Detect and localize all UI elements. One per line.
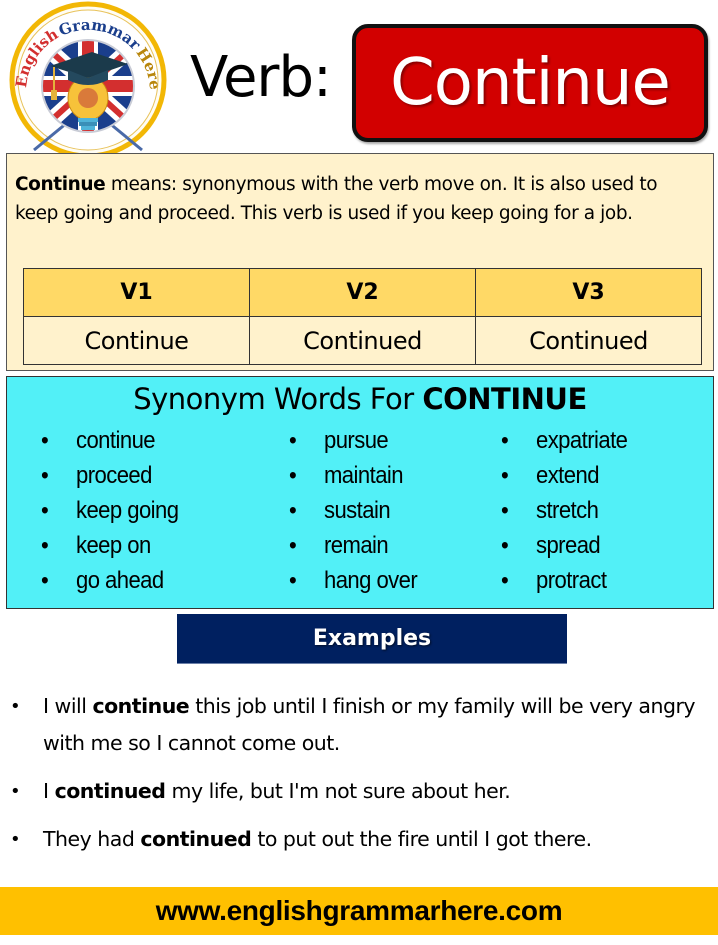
example-keyword: continue [92,694,190,718]
synonym-column-1: • continue • proceed • keep going • keep on … [41,423,190,598]
cell-v1: Continue [23,316,250,365]
bullet-icon: • [501,427,509,454]
list-item: • sustain [289,493,417,528]
examples-heading: Examples [177,614,567,664]
website-url[interactable]: www.englishgrammarhere.com [156,895,563,927]
synonym-column-2: • pursue • maintain • sustain • remain • hang… [289,423,428,598]
header-v2: V2 [249,268,476,317]
bullet-icon: • [289,462,297,489]
bullet-icon: • [289,532,297,559]
list-item: • remain [289,528,417,563]
definition-term: Continue [15,174,106,195]
definition-text: Continue means: synonymous with the verb… [15,170,695,228]
bullet-icon: • [501,497,509,524]
list-item: • protract [501,563,627,598]
list-item: • expatriate [501,423,628,458]
list-item: • pursue [289,423,417,458]
table-row: Continue Continued Continued [23,316,702,365]
synonyms-title-word: CONTINUE [422,382,587,416]
bullet-icon: • [41,532,49,559]
definition-panel: Continue means: synonymous with the verb… [6,153,714,371]
verb-forms-table: V1 V2 V3 Continue Continued Continued [23,268,702,365]
header-v3: V3 [475,268,702,317]
bullet-icon: • [10,829,21,850]
site-logo: EnglishGrammarHere.Com [0,0,172,160]
example-item: • I continued my life, but I'm not sure a… [10,773,710,810]
table-header-row: V1 V2 V3 [23,268,702,317]
verb-badge: Continue [352,24,708,142]
example-item: • I will continue this job until I finish… [10,688,710,762]
list-item: • hang over [289,563,418,598]
list-item: • spread [501,528,627,563]
list-item: • keep going [41,493,179,528]
bullet-icon: • [501,567,509,594]
example-keyword: continued [140,827,252,851]
list-item: • keep on [41,528,178,563]
definition-body: means: synonymous with the verb move on.… [15,174,658,224]
header-v1: V1 [23,268,250,317]
synonyms-title: Synonym Words For CONTINUE [133,382,587,416]
bullet-icon: • [501,532,509,559]
synonyms-panel: Synonym Words For CONTINUE • continue • pr… [6,376,714,609]
list-item: • proceed [41,458,178,493]
bullet-icon: • [289,567,297,594]
example-keyword: continued [54,779,166,803]
bullet-icon: • [289,427,297,454]
bullet-icon: • [501,462,509,489]
footer-url-banner: www.englishgrammarhere.com [0,887,718,935]
list-item: • extend [501,458,627,493]
list-item: • maintain [289,458,417,493]
list-item: • stretch [501,493,627,528]
cell-v2: Continued [249,316,476,365]
bullet-icon: • [41,462,49,489]
cell-v3: Continued [475,316,702,365]
verb-label: Verb: [190,45,332,110]
examples-list: • I will continue this job until I finish… [10,688,710,869]
bullet-icon: • [289,497,297,524]
example-item: • They had continued to put out the fire … [10,821,710,858]
graduation-cap-bulb-icon: EnglishGrammarHere.Com [0,0,167,159]
list-item: • continue [41,423,178,458]
verb-title: Continue [390,46,671,120]
list-item: • go ahead [41,563,178,598]
synonym-column-3: • expatriate • extend • stretch • spread • pr… [501,423,638,598]
bullet-icon: • [41,427,49,454]
bullet-icon: • [41,497,49,524]
bullet-icon: • [41,567,49,594]
bullet-icon: • [10,696,21,717]
bullet-icon: • [10,781,21,802]
